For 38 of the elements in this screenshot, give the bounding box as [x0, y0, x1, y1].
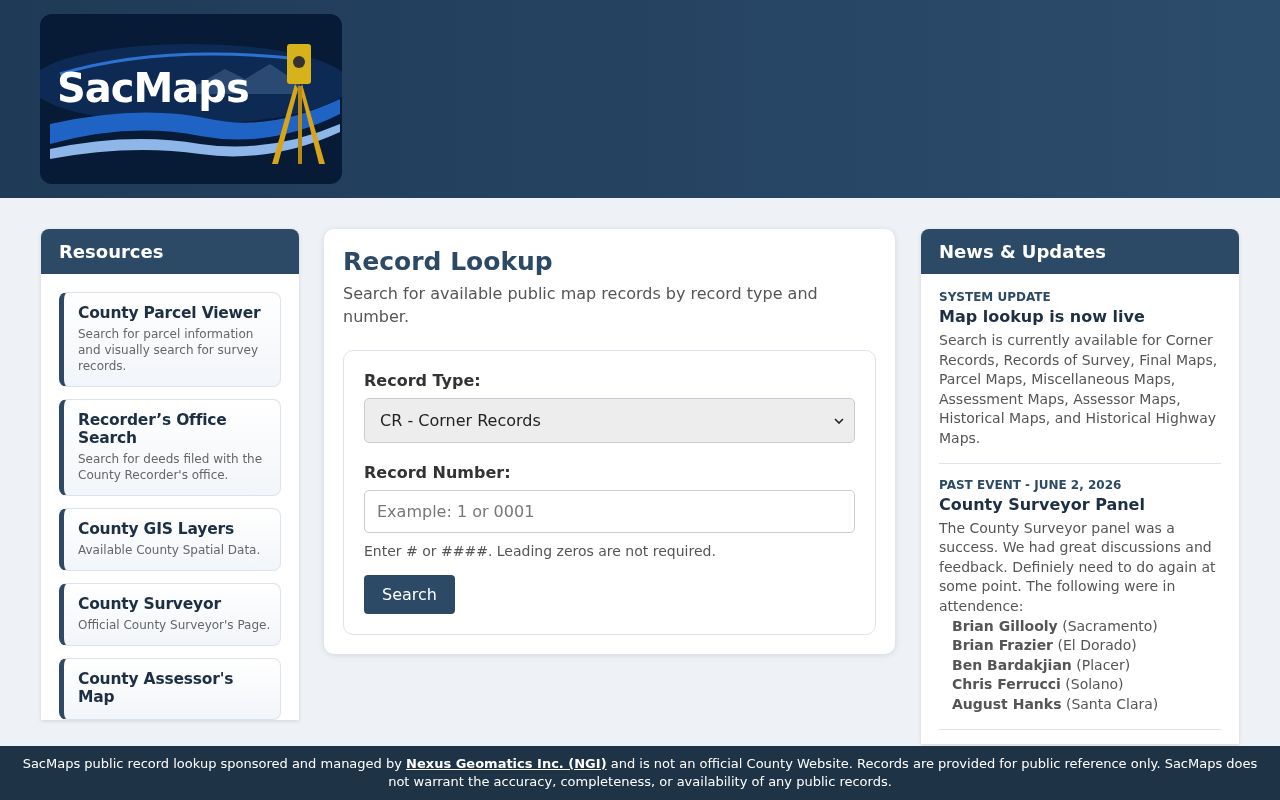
panel-header: News & Updates [921, 229, 1239, 274]
field-label: Record Type: [364, 371, 481, 391]
news-title: County Surveyor Panel [939, 494, 1146, 514]
resource-link-card[interactable]: County GIS Layers Available County Spatial Data. [59, 508, 281, 572]
resource-link-card[interactable]: County Parcel Viewer Search for parcel information and visually search for survey records. [59, 292, 281, 388]
news-tag: SYSTEM UPDATE [939, 290, 1221, 304]
attendee-entry: August Hanks (Santa Clara) [952, 694, 1160, 714]
field-label: Record Number: [364, 463, 511, 483]
resource-description: Search for deeds filed with the County Recorder's office. [78, 451, 264, 484]
resource-title: County GIS Layers [78, 521, 235, 540]
news-title: Map lookup is now live [939, 307, 1146, 326]
resource-title: County Parcel Viewer [78, 305, 262, 323]
footer-link[interactable]: Nexus Geomatics Inc. (NGI) [406, 755, 607, 771]
news-body: Search is currently available for Corner Records, Records of Survey, Final Maps, Parcel Maps, Miscellaneous Maps, Assessment Maps, Assessor Maps, Historical Maps, and Historical Highway Maps. [939, 331, 1219, 448]
lookup-subtitle: Search for available public map records by record type and number. [343, 283, 819, 329]
resource-description: Search for parcel information and visually search for survey records. [78, 325, 259, 375]
news-tag: PAST EVENT - JUNE 2, 2026 [939, 477, 1221, 492]
resource-link-card[interactable]: Recorder’s Office Search Search for deeds filed with the County Recorder's office. [59, 399, 281, 497]
panel-header: Resources [41, 229, 299, 274]
resource-description: Official County Surveyor's Page. [78, 617, 272, 634]
resource-title: County Surveyor [78, 596, 222, 615]
resource-title: Recorder’s Office Search [78, 412, 228, 448]
attendee-entry: Brian Frazier (El Dorado) [952, 636, 1138, 656]
chevron-icon [834, 417, 844, 424]
resource-description: Available County Spatial Data. [78, 542, 262, 559]
attendee-entry: Chris Ferrucci (Solano) [952, 675, 1125, 695]
resource-link-card[interactable]: County Surveyor Official County Surveyor's Page. [59, 583, 281, 647]
resource-title: County Assessor's Map [78, 671, 235, 707]
search-button[interactable]: Search [364, 575, 455, 615]
lookup-title: Record Lookup [343, 247, 554, 276]
record-number-field[interactable]: Example: 1 or 0001 [364, 490, 855, 534]
hint-text: Enter # or ####. Leading zeros are not required. [364, 543, 716, 560]
attendee-entry: Ben Bardakjian (Placer) [952, 655, 1132, 675]
attendee-entry: Brian Gillooly (Sacramento) [952, 616, 1159, 636]
news-body: The County Surveyor panel was a success. We had great discussions and feedback. Definiely need to do again at some point. The following were in attendence: [939, 518, 1217, 616]
footer-text: SacMaps public record lookup sponsored and managed by Nexus Geomatics Inc. (NGI) and is not an official County Website. Records are provided for public reference only. SacMaps does not warrant the accuracy, completeness, or availability of any public records. [21, 754, 1259, 791]
record-type-dropdown[interactable]: CR - Corner Records [364, 398, 855, 444]
resource-link-card[interactable]: County Assessor's Map [59, 658, 281, 720]
